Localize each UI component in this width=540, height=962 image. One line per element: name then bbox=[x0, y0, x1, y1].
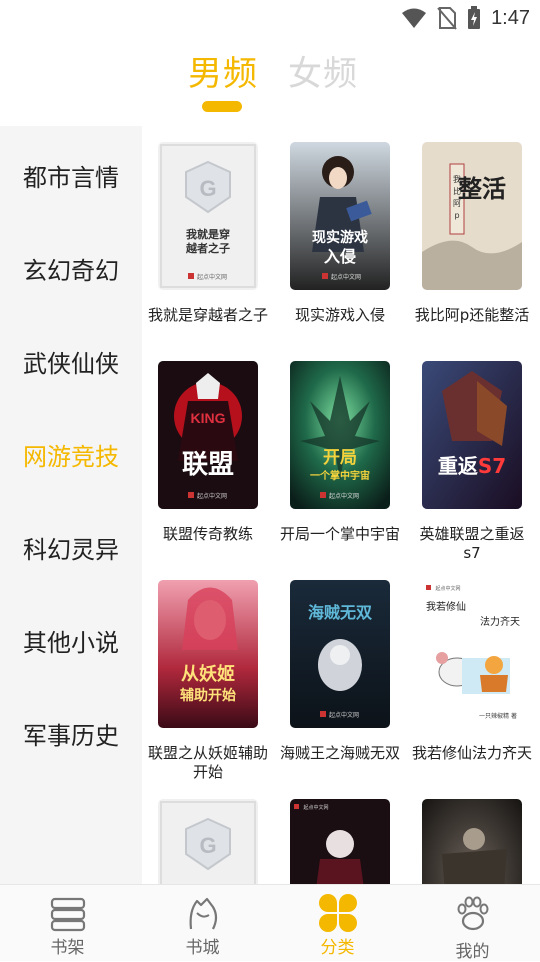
paw-profile-icon bbox=[457, 896, 489, 931]
bookshelf-icon bbox=[50, 897, 86, 932]
svg-text:我若修仙: 我若修仙 bbox=[426, 600, 466, 613]
svg-text:我就是穿: 我就是穿 bbox=[186, 227, 230, 241]
svg-text:开局: 开局 bbox=[323, 448, 357, 468]
book-cover[interactable]: 开局 一个掌中宇宙 起点中文网 bbox=[290, 361, 390, 509]
svg-text:一个掌中宇宙: 一个掌中宇宙 bbox=[310, 469, 370, 482]
category-clover-icon bbox=[319, 894, 357, 932]
status-time: 1:47 bbox=[491, 6, 530, 29]
sidebar-item-military[interactable]: 军事历史 bbox=[0, 716, 142, 751]
cover-author: 一只辣椒精 著 bbox=[479, 712, 517, 720]
book-cover[interactable]: 海贼无双 起点中文网 bbox=[290, 580, 390, 728]
book-cover[interactable]: 起点中文网 我若修仙 法力齐天 一只辣椒精 著 bbox=[422, 580, 522, 728]
cover-publisher: 起点中文网 bbox=[331, 273, 361, 281]
svg-text:重返S7: 重返S7 bbox=[438, 454, 506, 478]
svg-text:法力齐天: 法力齐天 bbox=[480, 615, 520, 628]
status-icons: 1:47 bbox=[401, 6, 530, 30]
svg-text:现实游戏: 现实游戏 bbox=[312, 229, 368, 246]
book-cover[interactable]: KING 联盟 起点中文网 bbox=[158, 361, 258, 509]
cover-publisher: 起点中文网 bbox=[197, 492, 227, 500]
cover-publisher: 起点中文网 bbox=[435, 585, 460, 592]
no-sim-icon bbox=[437, 7, 457, 30]
category-sidebar: 都市言情 玄幻奇幻 武侠仙侠 网游竞技 科幻灵异 其他小说 军事历史 bbox=[0, 126, 142, 884]
nav-profile[interactable]: 我的 bbox=[405, 885, 540, 962]
sidebar-item-other[interactable]: 其他小说 bbox=[0, 623, 142, 658]
book-title[interactable]: 英雄联盟之重返s7 bbox=[412, 525, 532, 563]
nav-label: 分类 bbox=[320, 938, 355, 958]
cover-publisher: 起点中文网 bbox=[329, 492, 359, 500]
sidebar-item-gaming[interactable]: 网游竞技 bbox=[0, 437, 142, 472]
battery-charging-icon bbox=[468, 6, 481, 29]
bookstore-icon bbox=[189, 897, 218, 930]
book-title[interactable]: 现实游戏入侵 bbox=[280, 306, 400, 325]
sidebar-item-wuxia[interactable]: 武侠仙侠 bbox=[0, 344, 142, 379]
sidebar-item-fantasy[interactable]: 玄幻奇幻 bbox=[0, 251, 142, 286]
svg-text:G: G bbox=[199, 833, 216, 858]
book-title[interactable]: 联盟之从妖姬辅助开始 bbox=[148, 744, 268, 782]
nav-label: 我的 bbox=[455, 942, 490, 962]
book-title[interactable]: 开局一个掌中宇宙 bbox=[280, 525, 400, 544]
book-cover[interactable]: 重返S7 bbox=[422, 361, 522, 509]
tab-male[interactable]: 男频 bbox=[188, 46, 258, 95]
cover-publisher: 起点中文网 bbox=[329, 711, 359, 719]
book-cover[interactable]: G 我就是穿 越者之子 起点中文网 bbox=[158, 142, 258, 290]
book-title[interactable]: 我比阿p还能整活 bbox=[412, 306, 532, 325]
book-cover[interactable]: 从妖姬 辅助开始 bbox=[158, 580, 258, 728]
svg-text:入侵: 入侵 bbox=[324, 247, 356, 266]
active-tab-indicator bbox=[202, 101, 242, 112]
book-cover[interactable] bbox=[422, 799, 522, 884]
book-grid: G 我就是穿 越者之子 起点中文网 我就是穿越者之子 现实游戏 入侵 起点中文网 bbox=[142, 126, 540, 884]
gender-tabs: 男频 女频 bbox=[0, 44, 540, 114]
book-title[interactable]: 联盟传奇教练 bbox=[148, 525, 268, 544]
book-title[interactable]: 我就是穿越者之子 bbox=[148, 306, 268, 325]
tab-female[interactable]: 女频 bbox=[288, 46, 358, 95]
svg-text:p: p bbox=[454, 211, 459, 220]
nav-bookstore[interactable]: 书城 bbox=[135, 885, 270, 961]
cover-title-text: 海贼无双 bbox=[308, 603, 372, 622]
wifi-icon bbox=[402, 8, 427, 28]
sidebar-item-urban[interactable]: 都市言情 bbox=[0, 158, 142, 193]
sidebar-item-scifi[interactable]: 科幻灵异 bbox=[0, 530, 142, 565]
book-title[interactable]: 海贼王之海贼无双 bbox=[280, 744, 400, 763]
cover-publisher: 起点中文网 bbox=[303, 804, 328, 811]
book-cover[interactable]: 我 比 阿 p 整活 bbox=[422, 142, 522, 290]
book-cover[interactable]: G bbox=[158, 799, 258, 884]
book-cover[interactable]: 起点中文网 bbox=[290, 799, 390, 884]
nav-category[interactable]: 分类 bbox=[270, 885, 405, 961]
svg-text:辅助开始: 辅助开始 bbox=[180, 687, 236, 704]
cover-publisher: 起点中文网 bbox=[197, 273, 227, 281]
nav-label: 书架 bbox=[50, 938, 85, 958]
svg-text:KING: KING bbox=[191, 410, 226, 426]
nav-label: 书城 bbox=[185, 938, 220, 958]
svg-text:越者之子: 越者之子 bbox=[185, 241, 230, 255]
book-title[interactable]: 我若修仙法力齐天 bbox=[412, 744, 532, 763]
bottom-navigation: 书架 书城 分类 我的 bbox=[0, 884, 540, 962]
status-bar: 1:47 bbox=[0, 0, 540, 36]
nav-bookshelf[interactable]: 书架 bbox=[0, 885, 135, 961]
svg-text:从妖姬: 从妖姬 bbox=[181, 663, 235, 685]
cover-title-text: 整活 bbox=[458, 174, 506, 203]
book-cover[interactable]: 现实游戏 入侵 起点中文网 bbox=[290, 142, 390, 290]
svg-text:G: G bbox=[199, 176, 216, 201]
cover-title-text: 联盟 bbox=[182, 450, 234, 480]
